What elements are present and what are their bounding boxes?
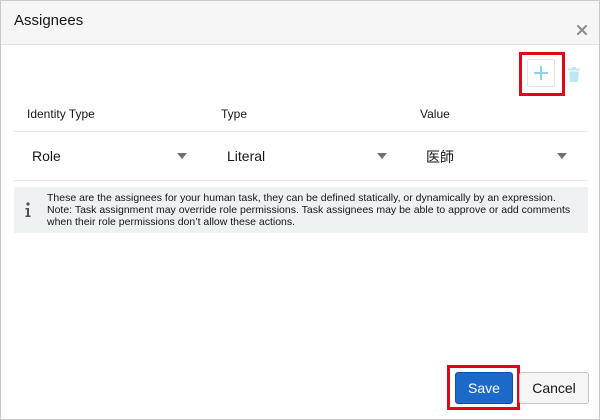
chevron-down-icon [557, 153, 567, 159]
row-divider [14, 180, 588, 181]
column-header-type: Type [221, 107, 248, 121]
chevron-down-icon [377, 153, 387, 159]
info-message: These are the assignees for your human t… [14, 187, 588, 233]
type-select-value: Literal [227, 148, 266, 164]
dialog-header: Assignees [1, 1, 599, 45]
plus-icon [534, 66, 548, 80]
identity-type-select[interactable]: Role [32, 143, 190, 169]
save-button[interactable]: Save [455, 372, 513, 404]
info-message-text: These are the assignees for your human t… [47, 192, 571, 228]
header-divider [14, 131, 588, 132]
assignees-dialog: Assignees Identity Type Type Value Role … [0, 0, 600, 420]
info-icon [25, 202, 31, 217]
delete-assignee-button[interactable] [564, 62, 584, 86]
dialog-title: Assignees [14, 12, 84, 29]
value-select-value: 医師 [426, 149, 454, 165]
close-icon [577, 25, 587, 35]
column-header-identity-type: Identity Type [27, 107, 95, 121]
identity-type-select-value: Role [32, 148, 61, 164]
type-select[interactable]: Literal [227, 143, 389, 169]
close-button[interactable] [574, 22, 590, 38]
add-assignee-button[interactable] [527, 59, 555, 87]
value-select[interactable]: 医師 [426, 143, 568, 169]
trash-icon [568, 66, 580, 82]
chevron-down-icon [177, 153, 187, 159]
column-header-value: Value [420, 107, 450, 121]
cancel-button[interactable]: Cancel [519, 372, 589, 404]
